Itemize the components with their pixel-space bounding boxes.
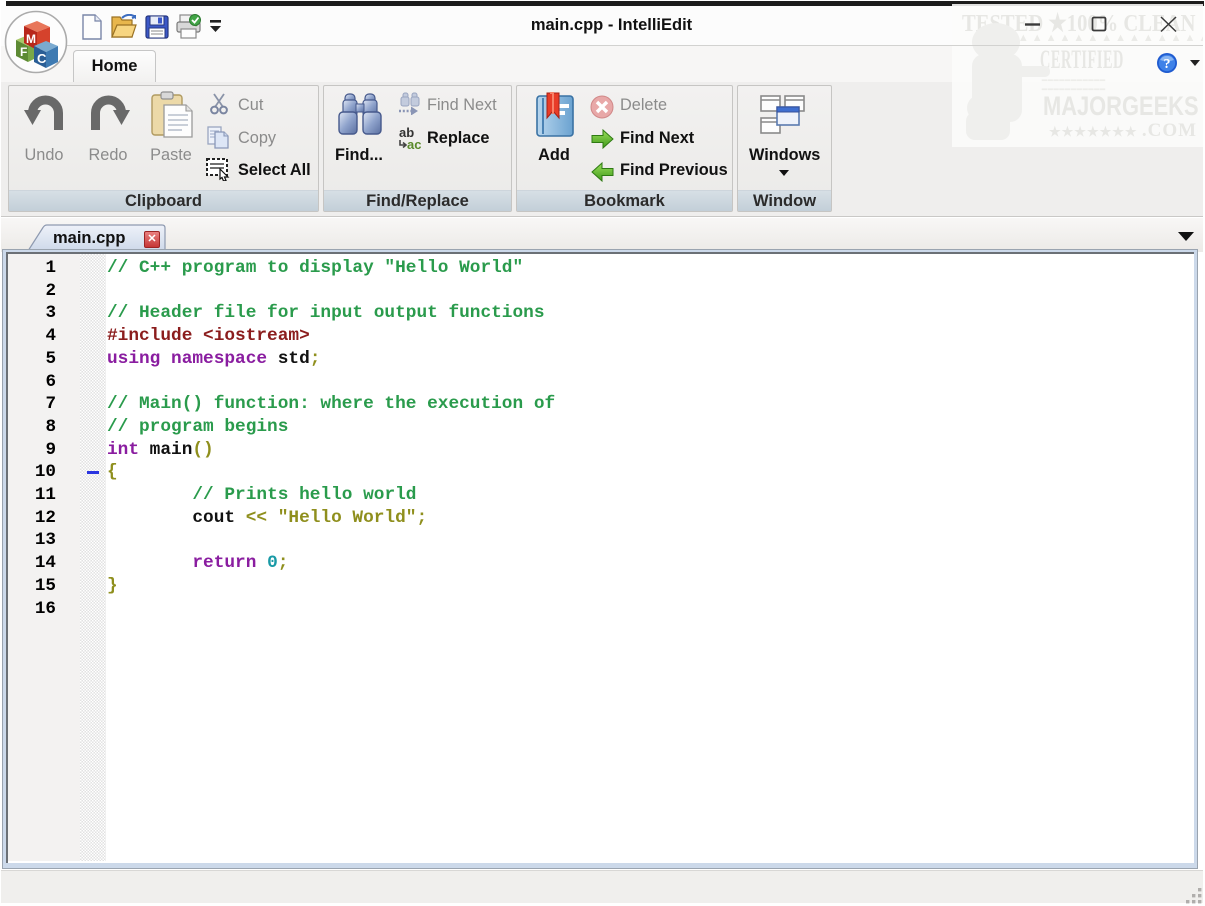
svg-text:ac: ac — [407, 137, 421, 150]
svg-text:?: ? — [1164, 57, 1171, 72]
svg-text:M: M — [26, 32, 36, 46]
svg-text:F: F — [20, 45, 27, 59]
svg-text:C: C — [37, 51, 47, 66]
